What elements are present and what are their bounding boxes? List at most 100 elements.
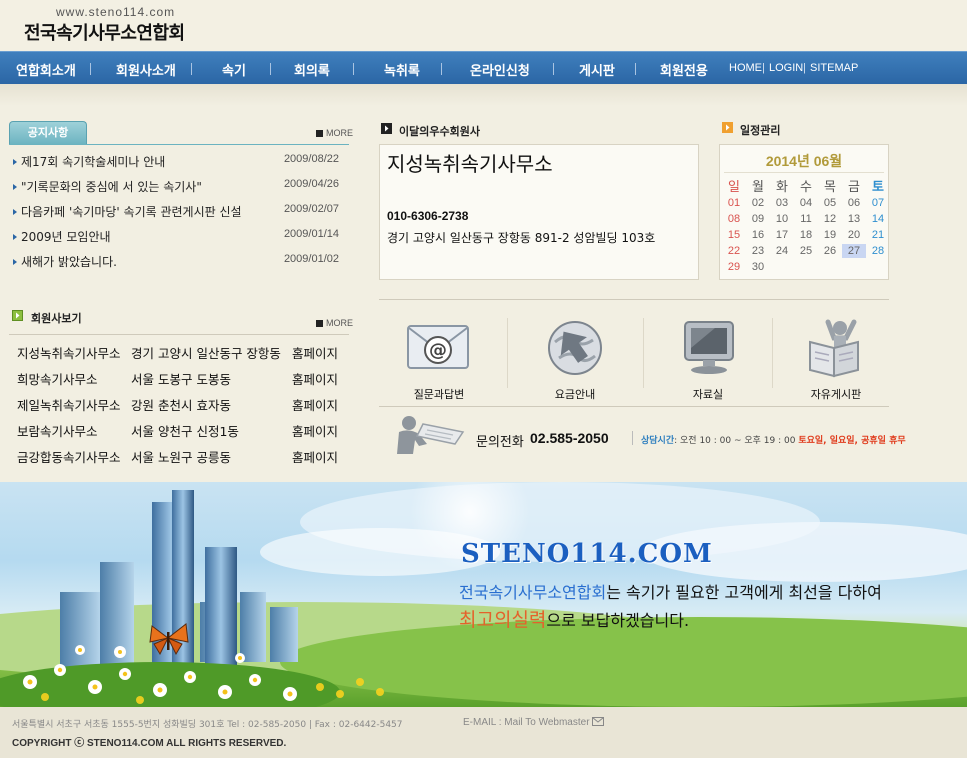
nav-item-board[interactable]: 게시판: [579, 60, 615, 79]
calendar-day[interactable]: 14: [866, 212, 890, 226]
member-row: 보람속기사무소 서울 양천구 신정1동 홈페이지: [17, 421, 347, 441]
notice-tab[interactable]: 공지사항: [9, 121, 87, 145]
nav-item-about[interactable]: 연합회소개: [16, 60, 76, 79]
quick-link-archive[interactable]: 자료실: [643, 316, 773, 402]
calendar-day[interactable]: 21: [866, 228, 890, 242]
notice-more-link[interactable]: MORE: [316, 128, 353, 138]
member-address: 경기 고양시 일산동구 장항동: [131, 346, 281, 361]
bullet-arrow-icon: [13, 209, 17, 215]
calendar-day[interactable]: 04: [794, 196, 818, 210]
nav-separator: [90, 63, 91, 75]
member-homepage-link[interactable]: 홈페이지: [292, 343, 338, 362]
section-arrow-icon: [12, 310, 23, 321]
member-row: 금강합동속기사무소 서울 노원구 공릉동 홈페이지: [17, 447, 347, 467]
calendar-day[interactable]: 26: [818, 244, 842, 258]
banner-slogan-line1: 전국속기사무소연합회는 속기가 필요한 고객에게 최선을 다하여: [459, 579, 882, 603]
member-row: 제일녹취속기사무소 강원 춘천시 효자동 홈페이지: [17, 395, 347, 415]
calendar-day[interactable]: 09: [746, 212, 770, 226]
svg-text:@: @: [429, 340, 447, 361]
util-login-link[interactable]: LOGIN: [769, 62, 803, 74]
calendar-day[interactable]: 25: [794, 244, 818, 258]
mail-icon: [592, 717, 605, 726]
quick-links-separator: [507, 318, 508, 388]
calendar-weekday: 토: [872, 180, 884, 195]
calendar-weekday: 일: [728, 180, 740, 195]
calendar-day[interactable]: 02: [746, 196, 770, 210]
calendar-day[interactable]: 12: [818, 212, 842, 226]
banner-slogan-line2: 최고의실력으로 보답하겠습니다.: [459, 605, 689, 632]
notice-item[interactable]: 2009년 모임안내 2009/01/14: [13, 228, 349, 246]
calendar-weekday: 목: [824, 180, 836, 195]
notice-item[interactable]: 제17회 속기학술세미나 안내 2009/08/22: [13, 153, 349, 171]
member-homepage-link[interactable]: 홈페이지: [292, 395, 338, 414]
members-section-title: 회원사보기: [31, 312, 82, 325]
nav-shadow: [0, 84, 967, 106]
site-logo-title[interactable]: 전국속기사무소연합회: [24, 19, 185, 45]
member-homepage-link[interactable]: 홈페이지: [292, 369, 338, 388]
calendar-weekday: 금: [848, 180, 860, 195]
contact-phone-label: 문의전화: [476, 435, 524, 450]
calendar-day[interactable]: 01: [722, 196, 746, 210]
nav-item-minutes[interactable]: 회의록: [294, 60, 330, 79]
nav-item-shorthand[interactable]: 속기: [222, 60, 246, 79]
members-more-label: MORE: [326, 318, 353, 328]
notice-divider: [9, 144, 349, 145]
calendar-day[interactable]: 19: [818, 228, 842, 242]
notice-item[interactable]: 다음카페 '속기마당' 속기록 관련게시판 신설 2009/02/07: [13, 203, 349, 221]
quick-link-free-board[interactable]: 자유게시판: [771, 316, 901, 402]
calendar-day[interactable]: 30: [746, 260, 770, 274]
calendar-day[interactable]: 10: [770, 212, 794, 226]
notice-item[interactable]: 새해가 밝았습니다. 2009/01/02: [13, 253, 349, 271]
quick-links-top-divider: [379, 299, 889, 300]
notice-item-title: 2009년 모임안내: [21, 230, 111, 244]
calendar-day[interactable]: 17: [770, 228, 794, 242]
calendar-day[interactable]: 28: [866, 244, 890, 258]
calendar-day[interactable]: 07: [866, 196, 890, 210]
quick-link-label: 자유게시판: [810, 388, 862, 401]
calendar-day[interactable]: 20: [842, 228, 866, 242]
calendar-day[interactable]: 23: [746, 244, 770, 258]
calendar-day-today[interactable]: 27: [842, 244, 866, 258]
bullet-arrow-icon: [13, 234, 17, 240]
members-more-link[interactable]: MORE: [316, 318, 353, 328]
calendar-day[interactable]: 11: [794, 212, 818, 226]
calendar-day[interactable]: 05: [818, 196, 842, 210]
featured-member-name[interactable]: 지성녹취속기사무소: [387, 148, 553, 177]
site-footer: [0, 707, 967, 758]
calendar-day[interactable]: 16: [746, 228, 770, 242]
quick-links-bottom-divider: [379, 406, 889, 407]
quick-link-qna[interactable]: @ 질문과답변: [374, 316, 504, 402]
member-row: 희망속기사무소 서울 도봉구 도봉동 홈페이지: [17, 369, 347, 389]
calendar-day[interactable]: 06: [842, 196, 866, 210]
calendar-section-title: 일정관리: [740, 124, 781, 137]
nav-item-transcripts[interactable]: 녹취록: [384, 60, 420, 79]
member-address: 강원 춘천시 효자동: [131, 398, 231, 413]
calendar-month-label: 2014년 06월: [765, 153, 843, 169]
nav-item-members[interactable]: 회원사소개: [116, 60, 176, 79]
person-desk-icon: [397, 416, 465, 454]
member-name: 제일녹취속기사무소: [17, 398, 121, 413]
notice-item-date: 2009/04/26: [283, 178, 339, 190]
calendar-day[interactable]: 24: [770, 244, 794, 258]
nav-separator: [441, 63, 442, 75]
util-sitemap-link[interactable]: SITEMAP: [810, 62, 858, 74]
footer-email-link[interactable]: E-MAIL : Mail To Webmaster: [463, 717, 605, 728]
calendar-day[interactable]: 22: [722, 244, 746, 258]
nav-item-members-only[interactable]: 회원전용: [660, 60, 708, 79]
member-homepage-link[interactable]: 홈페이지: [292, 421, 338, 440]
calendar-day[interactable]: 18: [794, 228, 818, 242]
calendar-day[interactable]: 03: [770, 196, 794, 210]
bullet-arrow-icon: [13, 259, 17, 265]
calendar-day[interactable]: 13: [842, 212, 866, 226]
notice-item[interactable]: "기록문화의 중심에 서 있는 속기사" 2009/04/26: [13, 178, 349, 196]
contact-separator: [632, 431, 633, 445]
member-homepage-link[interactable]: 홈페이지: [292, 447, 338, 466]
quick-link-pricing[interactable]: 요금안내: [510, 316, 640, 402]
nav-item-online-request[interactable]: 온라인신청: [470, 60, 530, 79]
calendar-day[interactable]: 08: [722, 212, 746, 226]
section-arrow-icon: [722, 122, 733, 133]
calendar-day[interactable]: 29: [722, 260, 746, 274]
more-square-icon: [316, 130, 323, 137]
util-home-link[interactable]: HOME: [729, 62, 762, 74]
calendar-day[interactable]: 15: [722, 228, 746, 242]
